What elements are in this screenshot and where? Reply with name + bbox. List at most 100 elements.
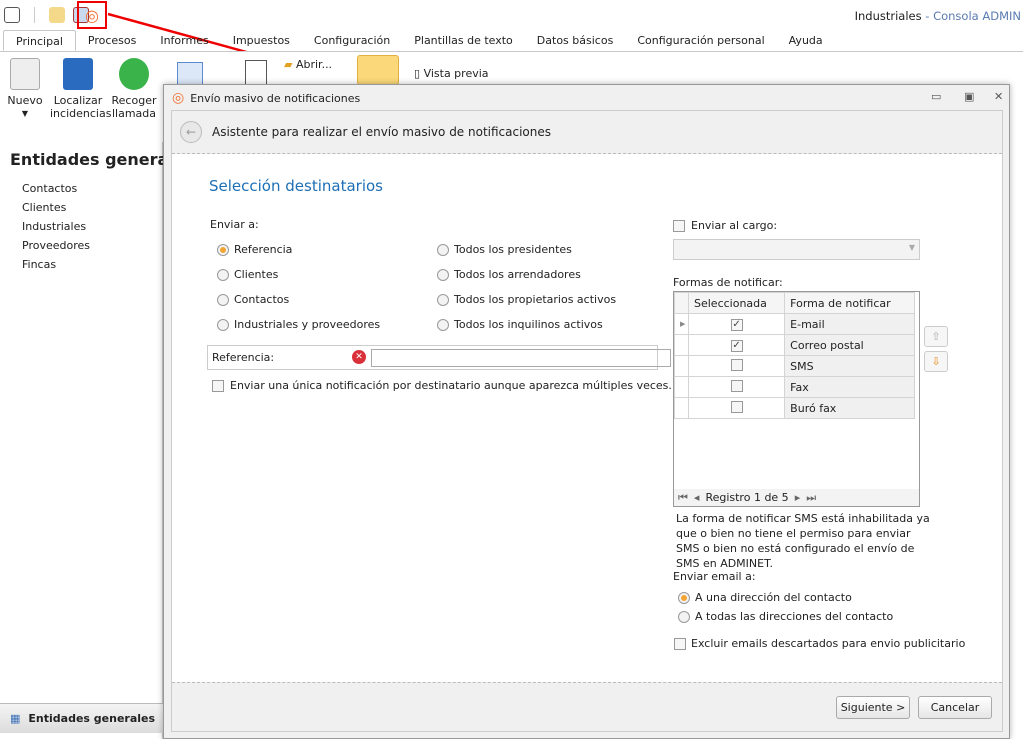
radio-todas-direcciones[interactable]: A todas las direcciones del contacto	[678, 610, 893, 623]
col-seleccionada[interactable]: Seleccionada	[687, 292, 786, 314]
first-icon[interactable]: ⏮	[678, 491, 688, 505]
radio-arrendadores[interactable]: Todos los arrendadores	[437, 268, 581, 281]
section-title: Selección destinatarios	[209, 177, 383, 195]
tab-configuracion[interactable]: Configuración	[302, 30, 402, 51]
close-button[interactable]: ✕	[994, 90, 1003, 103]
grid-row[interactable]: ✓ Correo postal	[674, 334, 915, 356]
radio-industriales[interactable]: Industriales y proveedores	[217, 318, 380, 331]
panel-title: Entidades generales	[10, 150, 195, 169]
radio-label: Todos los presidentes	[454, 243, 572, 256]
next-icon[interactable]: ▸	[795, 491, 801, 504]
tab-ayuda[interactable]: Ayuda	[777, 30, 835, 51]
enviar-cargo-checkbox[interactable]: Enviar al cargo:	[673, 219, 777, 232]
nuevo-button[interactable]: Nuevo ▼	[4, 52, 46, 120]
ribbon-tabs: Principal Procesos Informes Impuestos Co…	[0, 30, 1023, 52]
tab-plantillas[interactable]: Plantillas de texto	[402, 30, 525, 51]
entidades-generales-nav[interactable]: ▦ Entidades generales	[0, 703, 163, 733]
prev-icon[interactable]: ◂	[694, 491, 700, 504]
unica-label: Enviar una única notificación por destin…	[230, 379, 672, 392]
radio-dot	[678, 591, 690, 604]
seleccionada-cell[interactable]	[687, 355, 786, 377]
clear-icon[interactable]: ✕	[352, 350, 366, 364]
checkbox[interactable]: ✓	[730, 340, 743, 352]
referencia-input[interactable]	[371, 349, 671, 367]
vista-previa-button[interactable]: ▯ Vista previa	[414, 67, 489, 80]
row-indicator	[674, 397, 689, 419]
forma-cell: Fax	[784, 376, 915, 398]
row-indicator	[674, 334, 689, 356]
forma-cell: E-mail	[784, 313, 915, 335]
excluir-checkbox[interactable]: Excluir emails descartados para envio pu…	[674, 637, 965, 650]
tab-principal[interactable]: Principal	[3, 30, 76, 51]
grid-row[interactable]: Buró fax	[674, 397, 915, 419]
search-button[interactable]	[357, 55, 399, 85]
maximize-button[interactable]: ▣	[964, 90, 974, 103]
abrir-button[interactable]: ▰ Abrir...	[284, 58, 332, 71]
referencia-label: Referencia:	[212, 351, 275, 364]
localizar-button[interactable]: Localizar incidencias	[50, 52, 111, 120]
recoger-label2: llamada	[111, 107, 157, 120]
dialog-titlebar: ◎ Envío masivo de notificaciones	[164, 85, 1009, 111]
forma-cell: Correo postal	[784, 334, 915, 356]
cancelar-button[interactable]: Cancelar	[918, 696, 992, 719]
grid-row[interactable]: ▶ ✓ E-mail	[674, 313, 915, 335]
nav-proveedores[interactable]: Proveedores	[0, 236, 162, 255]
unica-checkbox[interactable]: Enviar una única notificación por destin…	[212, 379, 672, 392]
radio-una-direccion[interactable]: A una dirección del contacto	[678, 591, 852, 604]
wizard-panel: ← Asistente para realizar el envío masivo…	[171, 110, 1003, 732]
radio-label: A todas las direcciones del contacto	[695, 610, 894, 623]
formas-grid: Seleccionada Forma de notificar ▶ ✓ E-mail ✓…	[673, 291, 920, 507]
seleccionada-cell[interactable]: ✓	[687, 313, 786, 335]
move-down-button[interactable]: ⇩	[924, 351, 948, 372]
radio-label: Contactos	[234, 293, 290, 306]
dialog-title: Envío masivo de notificaciones	[190, 91, 361, 105]
seleccionada-cell[interactable]	[687, 397, 786, 419]
nav-contactos[interactable]: Contactos	[0, 179, 162, 198]
radio-clientes[interactable]: Clientes	[217, 268, 278, 281]
radio-label: A una dirección del contacto	[695, 591, 852, 604]
siguiente-button[interactable]: Siguiente >	[836, 696, 910, 719]
checkbox[interactable]	[730, 379, 743, 392]
radio-inquilinos[interactable]: Todos los inquilinos activos	[437, 318, 603, 331]
checkbox[interactable]: ✓	[730, 319, 743, 331]
radio-contactos[interactable]: Contactos	[217, 293, 289, 306]
recoger-label1: Recoger	[111, 94, 157, 107]
nav-clientes[interactable]: Clientes	[0, 198, 162, 217]
seleccionada-cell[interactable]	[687, 376, 786, 398]
radio-label: Todos los propietarios activos	[454, 293, 617, 306]
nav-industriales[interactable]: Industriales	[0, 217, 162, 236]
tab-config-personal[interactable]: Configuración personal	[625, 30, 776, 51]
registro-label: Registro 1 de 5	[705, 491, 789, 504]
row-indicator-header	[674, 292, 689, 314]
radio-dot	[437, 268, 449, 281]
tab-procesos[interactable]: Procesos	[76, 30, 148, 51]
wizard-header: ← Asistente para realizar el envío masivo…	[172, 111, 1002, 154]
last-icon[interactable]: ⏭	[806, 491, 816, 505]
radio-dot	[217, 268, 229, 281]
minimize-button[interactable]: ▭	[931, 90, 941, 103]
abrir-label: Abrir...	[295, 58, 333, 71]
grid-navigator: ⏮ ◂ Registro 1 de 5 ▸ ⏭	[674, 489, 919, 506]
checkbox[interactable]	[730, 400, 743, 413]
back-button[interactable]: ←	[180, 121, 202, 143]
enviar-a-label: Enviar a:	[210, 218, 259, 231]
checkbox[interactable]	[730, 358, 743, 371]
move-up-button[interactable]: ⇧	[924, 326, 948, 347]
cargo-select[interactable]: ▼	[673, 239, 920, 260]
tab-datos-basicos[interactable]: Datos básicos	[525, 30, 626, 51]
col-forma[interactable]: Forma de notificar	[784, 292, 915, 314]
radio-dot	[437, 318, 449, 331]
tab-informes[interactable]: Informes	[148, 30, 220, 51]
radio-referencia[interactable]: Referencia	[217, 243, 292, 256]
calendar-icon[interactable]	[177, 62, 203, 86]
nav-fincas[interactable]: Fincas	[0, 255, 162, 274]
tab-impuestos[interactable]: Impuestos	[221, 30, 302, 51]
radio-propietarios[interactable]: Todos los propietarios activos	[437, 293, 616, 306]
grid-row[interactable]: SMS	[674, 355, 915, 377]
seleccionada-cell[interactable]: ✓	[687, 334, 786, 356]
recoger-button[interactable]: Recoger llamada	[110, 52, 158, 120]
radio-presidentes[interactable]: Todos los presidentes	[437, 243, 572, 256]
grid-row[interactable]: Fax	[674, 376, 915, 398]
checkbox	[674, 637, 686, 650]
preview-icon: ▯	[414, 67, 421, 80]
